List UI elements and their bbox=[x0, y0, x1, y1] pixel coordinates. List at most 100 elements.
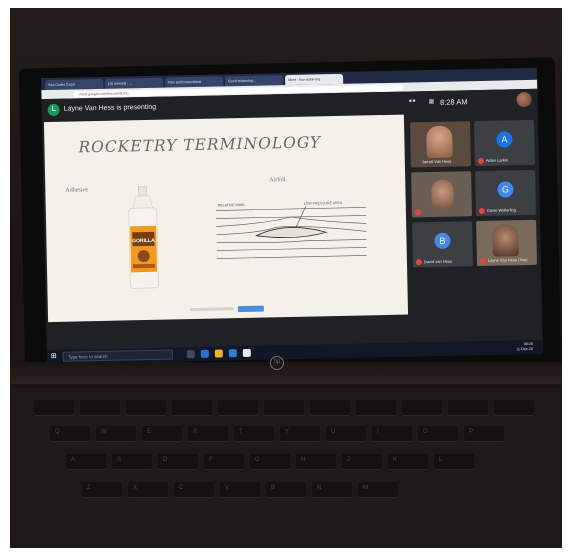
meeting-time: 8:28 AM bbox=[439, 97, 468, 107]
key-label: N bbox=[317, 485, 322, 491]
keyboard-key: Y bbox=[280, 426, 320, 441]
task-view-icon[interactable] bbox=[186, 350, 195, 359]
mic-off-icon bbox=[415, 259, 423, 266]
keyboard-key: D bbox=[158, 454, 198, 469]
keyboard-key: T bbox=[234, 426, 274, 441]
keyboard-key bbox=[356, 400, 396, 415]
mic-off-icon bbox=[477, 157, 484, 165]
key-label: W bbox=[101, 429, 107, 435]
key-label: X bbox=[133, 485, 138, 491]
keyboard-key: N bbox=[312, 482, 352, 497]
key-label: J bbox=[347, 457, 350, 463]
key-label: S bbox=[117, 457, 122, 463]
keyboard-key: F bbox=[204, 454, 244, 469]
keyboard-key bbox=[448, 400, 488, 415]
participant-tile[interactable]: Jarrett Van Hess bbox=[410, 121, 471, 168]
taskbar-clock[interactable]: 08:28 11-Dec-20 bbox=[516, 342, 533, 351]
participant-grid: Jarrett Van Hess A Aiden Larkin G Gavin … bbox=[407, 111, 541, 315]
key-label: V bbox=[225, 485, 230, 491]
slide-label-adhesive: Adhesive bbox=[65, 187, 89, 194]
participant-tile[interactable]: B David van Hess bbox=[412, 221, 474, 268]
slide-label-airfoil: Airfoil bbox=[269, 177, 286, 184]
glue-bottle-image: GORILLA bbox=[128, 185, 159, 289]
diagram-label: LOW PRESSURE AREA bbox=[304, 201, 343, 206]
windows-start-icon[interactable]: ⊞ bbox=[51, 353, 59, 361]
key-label: F bbox=[209, 457, 213, 463]
key-label: Q bbox=[55, 429, 60, 435]
edge-icon[interactable] bbox=[200, 349, 209, 358]
participant-video bbox=[431, 179, 454, 211]
keyboard-key: M bbox=[358, 482, 398, 497]
keyboard-key bbox=[126, 400, 166, 415]
keyboard-key: J bbox=[342, 454, 382, 469]
keyboard-key: G bbox=[250, 454, 290, 469]
key-label: D bbox=[163, 457, 168, 463]
keyboard-key: A bbox=[66, 454, 106, 469]
keyboard-key: B bbox=[266, 482, 306, 497]
key-label: I bbox=[377, 429, 379, 435]
key-label: C bbox=[179, 485, 184, 491]
keyboard-key: L bbox=[434, 454, 474, 469]
participant-name: Layne Van Hess (You) bbox=[487, 257, 528, 263]
key-label: R bbox=[193, 429, 198, 435]
key-label: H bbox=[301, 457, 306, 463]
keyboard-key bbox=[402, 400, 442, 415]
chrome-icon[interactable] bbox=[242, 348, 251, 358]
people-icon[interactable]: ●● bbox=[409, 98, 418, 106]
participant-avatar: G bbox=[497, 181, 514, 198]
clock-date: 11-Dec-20 bbox=[516, 346, 533, 351]
key-label: B bbox=[271, 485, 276, 491]
key-label: U bbox=[331, 429, 336, 435]
keyboard-key: V bbox=[220, 482, 260, 497]
laptop-screen: Sea Cadet Corps [10 unread] - ... Film a… bbox=[41, 67, 543, 365]
mic-off-icon bbox=[479, 257, 487, 265]
key-label: G bbox=[255, 457, 260, 463]
keyboard-key: W bbox=[96, 426, 136, 441]
key-label: A bbox=[71, 457, 76, 463]
keyboard-key bbox=[34, 400, 74, 415]
keyboard-key: S bbox=[112, 454, 152, 469]
presenting-banner: Layne Van Hess is presenting bbox=[63, 103, 157, 113]
participant-tile[interactable]: A Aiden Larkin bbox=[474, 119, 535, 167]
taskbar-search-input[interactable]: Type here to search bbox=[62, 349, 173, 362]
mail-icon[interactable] bbox=[228, 349, 237, 358]
file-explorer-icon[interactable] bbox=[214, 349, 223, 358]
stop-presenting-button[interactable] bbox=[237, 305, 264, 313]
participant-name: Gavin Wollerling bbox=[486, 207, 516, 213]
keyboard-key: E bbox=[142, 426, 182, 441]
participant-video bbox=[492, 224, 519, 257]
keyboard-key bbox=[264, 400, 304, 415]
participant-tile[interactable] bbox=[411, 171, 473, 218]
airfoil-diagram: RELATIVE WIND LOW PRESSURE AREA bbox=[215, 201, 367, 259]
keyboard-key bbox=[494, 400, 534, 415]
key-label: O bbox=[423, 429, 428, 435]
presented-slide: ROCKETRY TERMINOLOGY Adhesive Airfoil GO… bbox=[43, 114, 409, 323]
chat-icon[interactable]: ▦ bbox=[429, 98, 438, 106]
key-label: M bbox=[363, 485, 368, 491]
keyboard-key: H bbox=[296, 454, 336, 469]
keyboard-key: P bbox=[464, 426, 504, 441]
keyboard-key: R bbox=[188, 426, 228, 441]
diagram-label: RELATIVE WIND bbox=[218, 203, 246, 208]
avatar[interactable] bbox=[516, 91, 532, 108]
laptop-bezel: Sea Cadet Corps [10 unread] - ... Film a… bbox=[18, 57, 562, 379]
mic-off-icon bbox=[478, 207, 485, 215]
keyboard-key: Q bbox=[50, 426, 90, 441]
bottle-brand: GORILLA bbox=[132, 238, 155, 244]
key-label: P bbox=[469, 429, 474, 435]
keyboard-key: U bbox=[326, 426, 366, 441]
key-label: K bbox=[393, 457, 398, 463]
participant-name: David van Hess bbox=[423, 258, 453, 265]
participant-tile[interactable]: G Gavin Wollerling bbox=[475, 169, 536, 217]
laptop-keyboard: Q W E R T Y U I O P A S D F G H J K L Z X C V B N M bbox=[10, 388, 562, 548]
keyboard-key: K bbox=[388, 454, 428, 469]
key-label: T bbox=[239, 429, 243, 435]
slide-caption bbox=[189, 307, 234, 312]
mic-off-icon bbox=[414, 209, 421, 216]
participant-tile[interactable]: Layne Van Hess (You) bbox=[476, 219, 538, 267]
key-label: L bbox=[439, 457, 443, 463]
participant-avatar: B bbox=[434, 232, 451, 249]
slide-title: ROCKETRY TERMINOLOGY bbox=[78, 133, 322, 157]
key-label: Y bbox=[285, 429, 290, 435]
keyboard-key: X bbox=[128, 482, 168, 497]
